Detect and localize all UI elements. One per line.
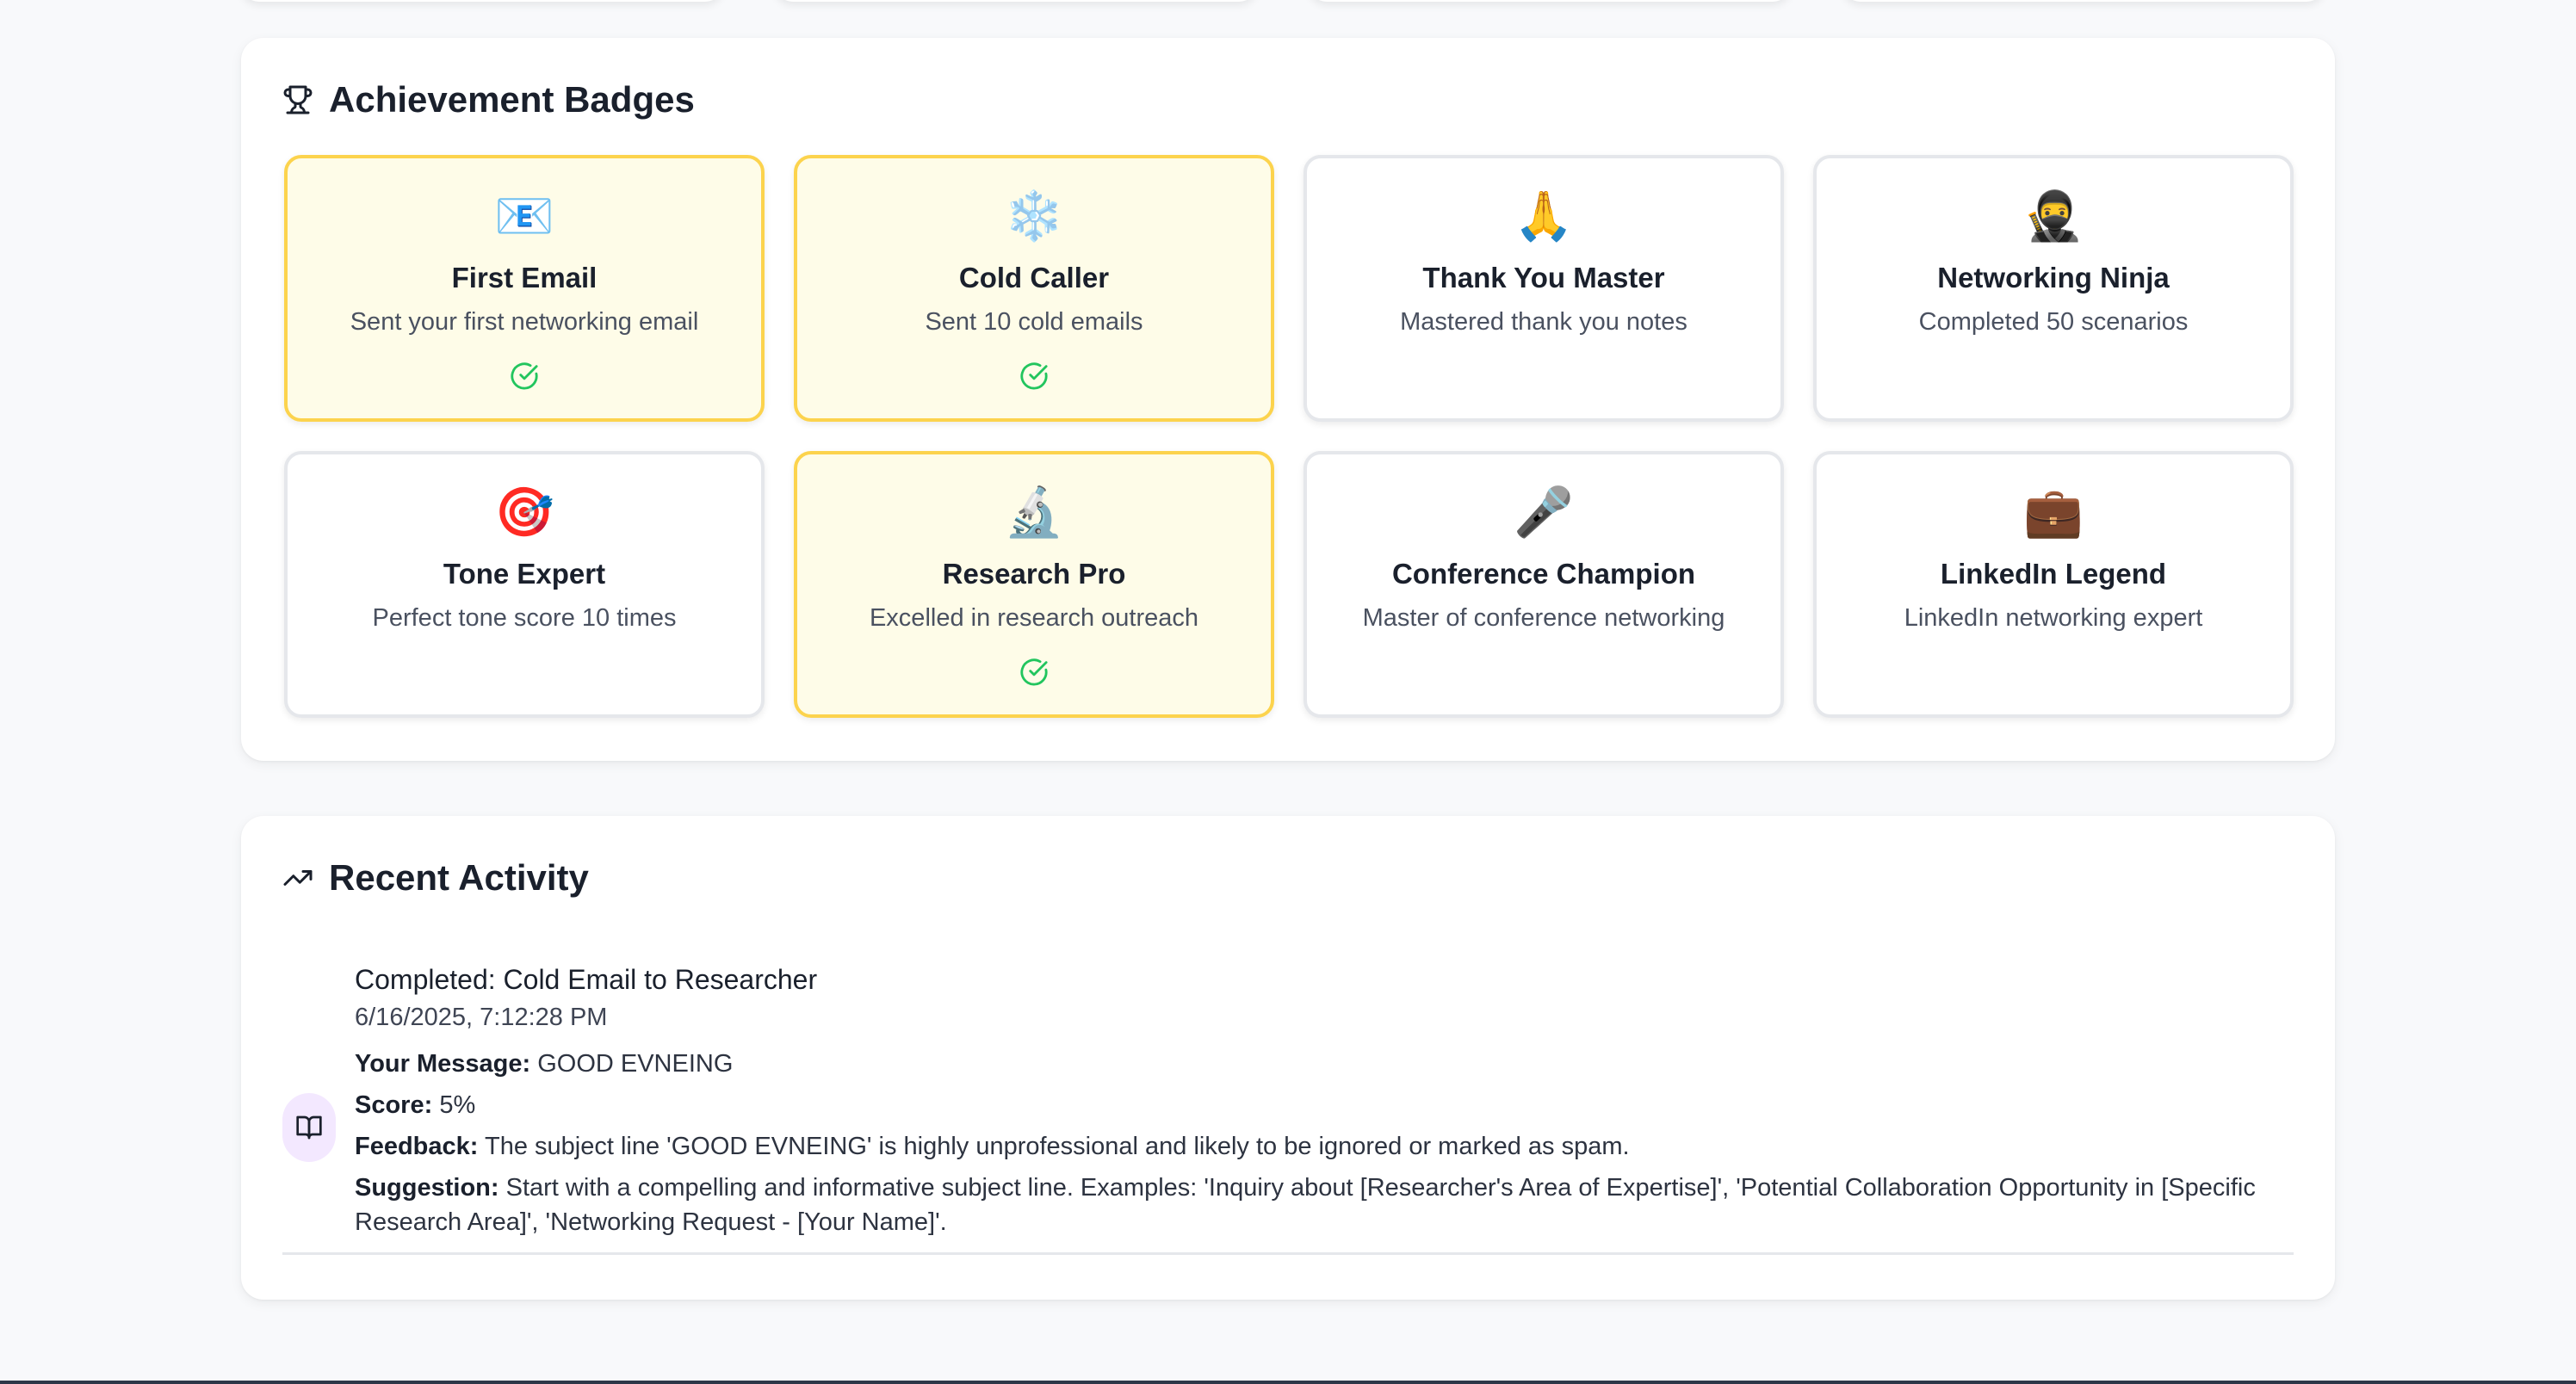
achievement-badges-title: Achievement Badges — [282, 79, 695, 120]
badge-card[interactable]: ❄️ Cold Caller Sent 10 cold emails — [794, 155, 1274, 422]
achievement-badges-heading: Achievement Badges — [329, 79, 695, 120]
target-icon: 🎯 — [494, 485, 554, 541]
trophy-icon — [282, 84, 313, 115]
ninja-icon: 🥷 — [2023, 188, 2084, 244]
check-circle-icon — [1019, 361, 1049, 391]
briefcase-icon: 💼 — [2023, 485, 2084, 541]
suggestion-value: Start with a compelling and informative … — [355, 1174, 2256, 1236]
check-circle-icon — [1019, 658, 1049, 687]
badge-description: Sent your first networking email — [350, 308, 699, 336]
badge-name: Cold Caller — [958, 262, 1110, 293]
achievement-badges-card: Achievement Badges 📧 First Email Sent yo… — [241, 38, 2335, 761]
microphone-icon: 🎤 — [1514, 485, 1574, 541]
badge-name: LinkedIn Legend — [1940, 558, 2167, 590]
activity-title: Completed: Cold Email to Researcher — [355, 964, 818, 995]
activity-feedback: Feedback: The subject line 'GOOD EVNEING… — [355, 1129, 2294, 1164]
badge-grid: 📧 First Email Sent your first networking… — [284, 155, 2294, 718]
activity-score: Score: 5% — [355, 1088, 2294, 1122]
badge-name: Conference Champion — [1391, 558, 1696, 590]
book-open-icon — [282, 1093, 336, 1162]
check-circle-icon — [510, 361, 539, 391]
badge-card[interactable]: 🎯 Tone Expert Perfect tone score 10 time… — [284, 451, 765, 718]
badge-name: Networking Ninja — [1937, 262, 2170, 293]
badge-name: Tone Expert — [443, 558, 606, 590]
previous-section-cards — [241, 0, 2335, 2]
bottom-edge-bar — [0, 1381, 2576, 1384]
badge-description: Excelled in research outreach — [869, 604, 1199, 632]
praying-hands-icon: 🙏 — [1514, 188, 1574, 244]
badge-card[interactable]: 🔬 Research Pro Excelled in research outr… — [794, 451, 1274, 718]
badge-description: Completed 50 scenarios — [1918, 308, 2189, 336]
badge-name: First Email — [451, 262, 598, 293]
activity-timestamp: 6/16/2025, 7:12:28 PM — [355, 1004, 608, 1031]
message-label: Your Message: — [355, 1050, 531, 1078]
recent-activity-card: Recent Activity Completed: Cold Email to… — [241, 816, 2335, 1300]
microscope-icon: 🔬 — [1004, 485, 1064, 541]
activity-message: Your Message: GOOD EVNEING — [355, 1047, 2294, 1081]
badge-name: Research Pro — [942, 558, 1126, 590]
activity-suggestion: Suggestion: Start with a compelling and … — [355, 1171, 2294, 1239]
feedback-value: The subject line 'GOOD EVNEING' is highl… — [485, 1133, 1630, 1160]
badge-description: Master of conference networking — [1362, 604, 1725, 632]
score-label: Score: — [355, 1091, 433, 1119]
badge-description: LinkedIn networking expert — [1904, 604, 2203, 632]
recent-activity-title: Recent Activity — [282, 857, 589, 899]
suggestion-label: Suggestion: — [355, 1174, 499, 1202]
badge-description: Sent 10 cold emails — [925, 308, 1143, 336]
badge-card[interactable]: 📧 First Email Sent your first networking… — [284, 155, 765, 422]
envelope-icon: 📧 — [494, 188, 554, 244]
feedback-label: Feedback: — [355, 1133, 479, 1160]
snowflake-icon: ❄️ — [1004, 188, 1064, 244]
badge-card[interactable]: 💼 LinkedIn Legend LinkedIn networking ex… — [1813, 451, 2294, 718]
recent-activity-heading: Recent Activity — [329, 857, 589, 898]
badge-card[interactable]: 🙏 Thank You Master Mastered thank you no… — [1303, 155, 1784, 422]
activity-item: Completed: Cold Email to Researcher 6/16… — [282, 954, 2294, 1255]
message-value: GOOD EVNEING — [537, 1050, 734, 1078]
activity-body: Completed: Cold Email to Researcher 6/16… — [355, 954, 2294, 1239]
score-value: 5% — [439, 1091, 476, 1119]
badge-description: Mastered thank you notes — [1400, 308, 1687, 336]
badge-name: Thank You Master — [1422, 262, 1665, 293]
badge-description: Perfect tone score 10 times — [372, 604, 677, 632]
trending-up-icon — [282, 862, 313, 893]
badge-card[interactable]: 🎤 Conference Champion Master of conferen… — [1303, 451, 1784, 718]
badge-card[interactable]: 🥷 Networking Ninja Completed 50 scenario… — [1813, 155, 2294, 422]
